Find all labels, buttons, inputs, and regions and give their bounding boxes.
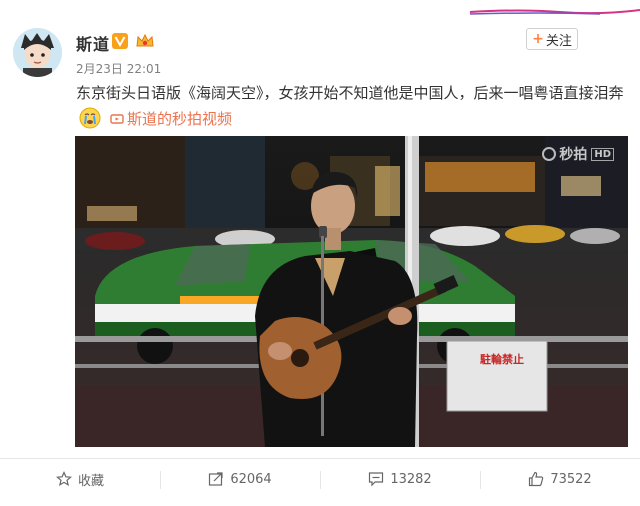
like-count: 73522 <box>550 471 592 487</box>
comment-count: 13282 <box>390 471 432 487</box>
avatar[interactable] <box>13 28 62 77</box>
crying-emoji-icon <box>79 107 101 129</box>
video-link[interactable]: 斯道的秒拍视频 <box>110 110 232 128</box>
thumbs-up-icon <box>529 471 544 487</box>
hd-badge: HD <box>591 147 614 161</box>
video-frame <box>75 136 628 447</box>
repost-count: 62064 <box>230 471 272 487</box>
video-link-label: 斯道的秒拍视频 <box>127 110 233 128</box>
post-timestamp[interactable]: 2月23日 22:01 <box>76 60 161 77</box>
share-icon <box>209 472 223 486</box>
plus-icon: + <box>532 31 544 47</box>
video-watermark: 秒拍 HD <box>542 144 614 164</box>
action-bar: 收藏 62064 13282 73522 <box>0 458 640 499</box>
username[interactable]: 斯道 <box>76 31 110 55</box>
weibo-post-card: 斯道 + 关注 2月23日 22:01 东京街头日语版《海阔天空》，女孩开始不知… <box>0 0 640 506</box>
comment-button[interactable]: 13282 <box>320 459 480 499</box>
crown-icon[interactable] <box>135 32 155 50</box>
favorite-label: 收藏 <box>77 473 104 489</box>
video-player[interactable]: 秒拍 HD 駐輪禁止 <box>75 136 628 447</box>
verified-v-icon <box>112 33 128 49</box>
follow-button[interactable]: + 关注 <box>526 28 578 50</box>
star-icon <box>56 471 72 487</box>
post-body-text: 东京街头日语版《海阔天空》，女孩开始不知道他是中国人，后来一唱粤语直接泪奔 <box>76 84 624 102</box>
comment-icon <box>369 472 384 487</box>
like-button[interactable]: 73522 <box>480 459 640 499</box>
favorite-button[interactable]: 收藏 <box>0 459 160 499</box>
follow-label: 关注 <box>545 33 572 49</box>
repost-button[interactable]: 62064 <box>160 459 320 499</box>
miaopai-logo-icon <box>542 147 557 161</box>
no-parking-sign: 駐輪禁止 <box>480 353 524 366</box>
post-text: 东京街头日语版《海阔天空》，女孩开始不知道他是中国人，后来一唱粤语直接泪奔 斯道… <box>76 80 626 132</box>
video-camera-icon <box>110 114 124 124</box>
watermark-text: 秒拍 <box>559 147 588 163</box>
